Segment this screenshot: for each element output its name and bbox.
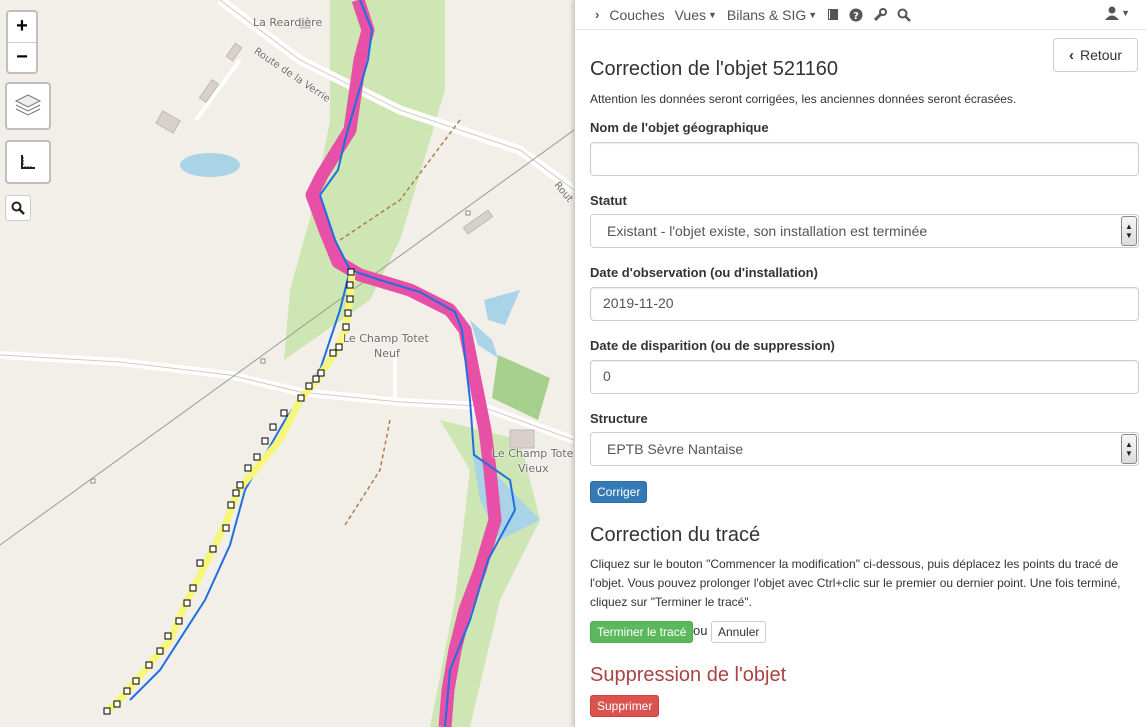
map-view[interactable]: La Reardière Route de la Verrie Le Champ… (0, 0, 574, 727)
building (155, 110, 181, 134)
status-label: Statut (590, 193, 627, 208)
map-label: La Reardière (253, 16, 323, 29)
obs-date-label: Date d'observation (ou d'installation) (590, 265, 818, 280)
structure-value: EPTB Sèvre Nantaise (607, 441, 744, 457)
select-arrow-icon: ▲ ▼ (1121, 434, 1137, 464)
user-menu[interactable]: ▼ (1105, 6, 1130, 20)
user-icon (1105, 6, 1120, 20)
nav-couches-label: Couches (609, 6, 665, 23)
zoom-control: + − (6, 10, 38, 74)
caret-down-icon: ▼ (808, 9, 818, 20)
delete-button[interactable]: Supprimer (590, 695, 660, 717)
map-canvas[interactable] (0, 0, 574, 727)
trace-instructions: Cliquez sur le bouton "Commencer la modi… (590, 557, 1121, 609)
structure-select[interactable]: EPTB Sèvre Nantaise ▲ ▼ (590, 432, 1139, 466)
back-label: Retour (1079, 47, 1123, 63)
zoom-out-button[interactable]: − (8, 42, 36, 72)
measure-button[interactable] (5, 140, 51, 184)
finish-trace-button[interactable]: Terminer le tracé (590, 621, 694, 643)
select-arrow-icon: ▲ ▼ (1121, 216, 1137, 246)
name-input[interactable] (590, 142, 1139, 176)
disp-date-input[interactable]: 0 (590, 360, 1139, 394)
nav-bilans-label: Bilans & SIG (726, 6, 807, 23)
map-label: Le Champ Totet (343, 332, 429, 345)
layers-icon (14, 94, 42, 116)
trace-title: Correction du tracé (590, 524, 761, 546)
book-icon[interactable] (827, 8, 839, 21)
back-button[interactable]: ‹ Retour (1053, 38, 1138, 72)
delete-title: Suppression de l'objet (590, 664, 787, 686)
nav-vues[interactable]: Vues ▼ (675, 7, 717, 23)
nav-couches[interactable]: › Couches (595, 7, 665, 23)
disp-date-label: Date de disparition (ou de suppression) (590, 338, 835, 353)
cancel-button[interactable]: Annuler (711, 621, 767, 643)
navbar: › Couches Vues ▼ Bilans & SIG ▼ ? ▼ (575, 0, 1146, 30)
chevron-right-icon: › (595, 7, 600, 22)
name-label: Nom de l'objet géographique (590, 120, 769, 135)
track (344, 419, 391, 526)
help-icon[interactable]: ? (849, 8, 863, 22)
map-label: Le Champ Totet (492, 447, 574, 460)
map-label: Vieux (518, 462, 549, 475)
map-search-button[interactable] (5, 195, 31, 221)
status-value: Existant - l'objet existe, son installat… (607, 223, 928, 239)
pond (180, 153, 240, 177)
warning-text: Attention les données seront corrigées, … (590, 92, 1017, 106)
svg-text:?: ? (853, 11, 859, 22)
building (509, 429, 535, 449)
building (225, 42, 243, 62)
structure-label: Structure (590, 411, 648, 426)
side-panel: › Couches Vues ▼ Bilans & SIG ▼ ? ▼ ‹ Re (574, 0, 1146, 727)
zoom-in-button[interactable]: + (8, 12, 36, 42)
obs-date-input[interactable]: 2019-11-20 (590, 287, 1139, 321)
map-label: Neuf (374, 347, 400, 360)
correct-button[interactable]: Corriger (590, 481, 648, 503)
nav-vues-label: Vues (674, 6, 706, 23)
layers-button[interactable] (5, 82, 51, 130)
caret-down-icon: ▼ (1121, 8, 1130, 18)
caret-down-icon: ▼ (708, 9, 717, 20)
wrench-icon[interactable] (873, 7, 888, 22)
or-text: ou (693, 623, 708, 638)
search-icon (11, 201, 25, 215)
nav-bilans[interactable]: Bilans & SIG ▼ (727, 7, 817, 23)
pond (484, 290, 520, 325)
search-icon[interactable] (897, 8, 912, 22)
chevron-left-icon: ‹ (1068, 46, 1074, 64)
status-select[interactable]: Existant - l'objet existe, son installat… (590, 214, 1139, 248)
page-title: Correction de l'objet 521160 (590, 58, 839, 80)
ruler-icon (21, 155, 35, 169)
